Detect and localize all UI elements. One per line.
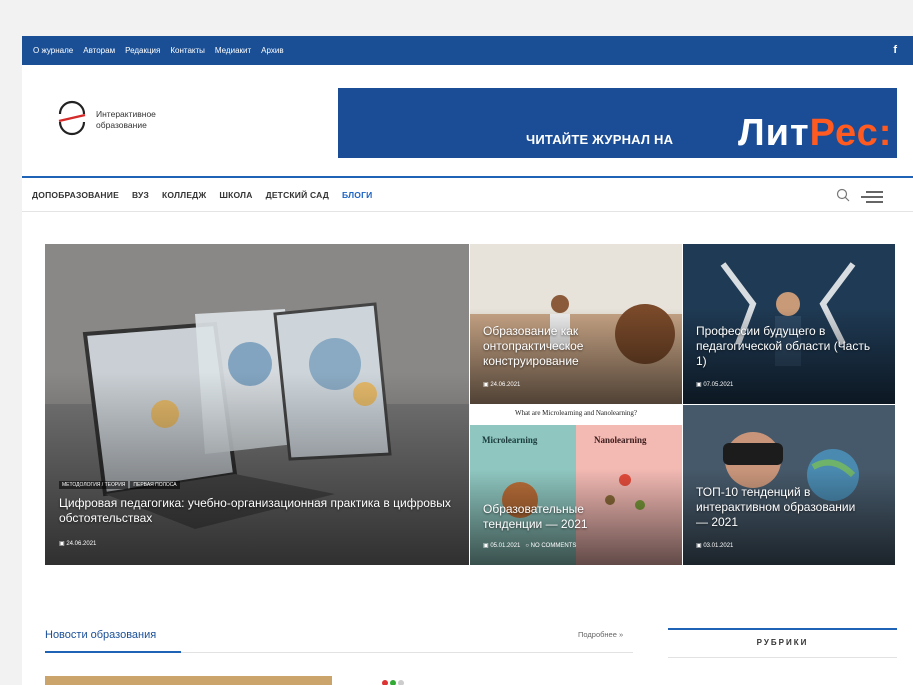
- tile-c-title[interactable]: Образовательные тенденции — 2021: [483, 502, 643, 532]
- category-methodology[interactable]: МЕТОДОЛОГИЯ / ТЕОРИЯ: [59, 481, 129, 489]
- hero-post-professions[interactable]: Профессии будущего в педагогической обла…: [683, 244, 895, 404]
- hero-post-trends-2021[interactable]: What are Microlearning and Nanolearning?…: [470, 405, 682, 565]
- top-link-about[interactable]: О журнале: [33, 46, 73, 55]
- tile-d-title[interactable]: ТОП-10 тенденций в интерактивном образов…: [696, 485, 856, 530]
- logo-line-2: образование: [96, 120, 147, 130]
- thumb-dot-green: [390, 680, 396, 685]
- top-nav: О журнале Авторам Редакция Контакты Меди…: [33, 36, 294, 65]
- news-more-link[interactable]: Подробнее »: [578, 630, 623, 639]
- facebook-icon[interactable]: f: [893, 44, 897, 56]
- top-link-editorial[interactable]: Редакция: [125, 46, 160, 55]
- main-nav: ДОПОБРАЗОВАНИЕ ВУЗ КОЛЛЕДЖ ШКОЛА ДЕТСКИЙ…: [32, 190, 385, 200]
- category-front-page[interactable]: ПЕРВАЯ ПОЛОСА: [130, 481, 180, 489]
- tile-c-comments[interactable]: NO COMMENTS: [531, 543, 577, 549]
- nav-item-school[interactable]: ШКОЛА: [219, 190, 252, 200]
- search-icon[interactable]: [836, 188, 850, 202]
- nav-item-college[interactable]: КОЛЛЕДЖ: [162, 190, 206, 200]
- news-divider-accent: [45, 651, 181, 653]
- tile-c-img-right: Nanolearning: [594, 435, 647, 445]
- tile-c-img-header: What are Microlearning and Nanolearning?: [514, 409, 638, 417]
- hero-main-categories: МЕТОДОЛОГИЯ / ТЕОРИЯ ПЕРВАЯ ПОЛОСА: [59, 481, 182, 489]
- tile-c-img-left: Microlearning: [482, 435, 538, 445]
- nav-item-kindergarten[interactable]: ДЕТСКИЙ САД: [266, 190, 329, 200]
- top-link-authors[interactable]: Авторам: [83, 46, 115, 55]
- nav-item-dopobrazovanie[interactable]: ДОПОБРАЗОВАНИЕ: [32, 190, 119, 200]
- tile-b-title[interactable]: Профессии будущего в педагогической обла…: [696, 324, 881, 369]
- news-item-thumb[interactable]: [382, 680, 406, 685]
- tile-b-date-text: 07.05.2021: [703, 382, 734, 388]
- litres-banner[interactable]: ЧИТАЙТЕ ЖУРНАЛ НА ЛитРес:: [338, 88, 897, 158]
- news-section-title[interactable]: Новости образования: [45, 629, 156, 641]
- thumb-dot-grey: [398, 680, 404, 685]
- hero-main-title[interactable]: Цифровая педагогика: учебно-организацион…: [59, 496, 459, 526]
- hero-post-top10[interactable]: ТОП-10 тенденций в интерактивном образов…: [683, 405, 895, 565]
- menu-icon[interactable]: [861, 191, 883, 203]
- thumb-dot-red: [382, 680, 388, 685]
- banner-brand-part-2: Рес:: [809, 112, 893, 154]
- tile-a-date: ▣ 24.06.2021: [483, 382, 521, 388]
- tile-c-date: ▣ 05.01.2021 ○ NO COMMENTS: [483, 543, 577, 549]
- tile-c-date-text: 05.01.2021: [490, 543, 521, 549]
- banner-text: ЧИТАЙТЕ ЖУРНАЛ НА: [526, 132, 674, 147]
- hero-main-shade: [45, 372, 469, 565]
- nav-divider: [22, 176, 913, 178]
- hero-main-post[interactable]: МЕТОДОЛОГИЯ / ТЕОРИЯ ПЕРВАЯ ПОЛОСА Цифро…: [45, 244, 469, 565]
- rubrics-title: РУБРИКИ: [756, 638, 809, 647]
- site-logo[interactable]: Интерактивное образование: [54, 90, 224, 144]
- hero-main-date: ▣ 24.06.2021: [59, 541, 97, 547]
- top-link-archive[interactable]: Архив: [261, 46, 283, 55]
- hero-post-ontopractical[interactable]: Образование как онтопрактическое констру…: [470, 244, 682, 404]
- nav-item-blogs[interactable]: БЛОГИ: [342, 190, 372, 200]
- logo-line-1: Интерактивное: [96, 109, 156, 119]
- hero-main-date-text: 24.06.2021: [66, 541, 97, 547]
- top-link-contacts[interactable]: Контакты: [170, 46, 205, 55]
- tile-d-date-text: 03.01.2021: [703, 543, 734, 549]
- nav-bottom-border: [22, 211, 913, 212]
- logo-mark-icon: [58, 100, 86, 136]
- tile-b-date: ▣ 07.05.2021: [696, 382, 734, 388]
- page: О журнале Авторам Редакция Контакты Меди…: [22, 36, 913, 685]
- tile-a-date-text: 24.06.2021: [490, 382, 521, 388]
- rubrics-widget: РУБРИКИ: [668, 628, 897, 658]
- logo-text: Интерактивное образование: [96, 109, 156, 131]
- tile-d-date: ▣ 03.01.2021: [696, 543, 734, 549]
- news-item-image[interactable]: [45, 676, 332, 685]
- tile-a-title[interactable]: Образование как онтопрактическое констру…: [483, 324, 633, 369]
- banner-brand-part-1: Лит: [738, 112, 810, 154]
- top-link-mediakit[interactable]: Медиакит: [215, 46, 251, 55]
- top-bar: О журнале Авторам Редакция Контакты Меди…: [22, 36, 913, 65]
- nav-item-vuz[interactable]: ВУЗ: [132, 190, 149, 200]
- banner-brand: ЛитРес:: [738, 110, 892, 156]
